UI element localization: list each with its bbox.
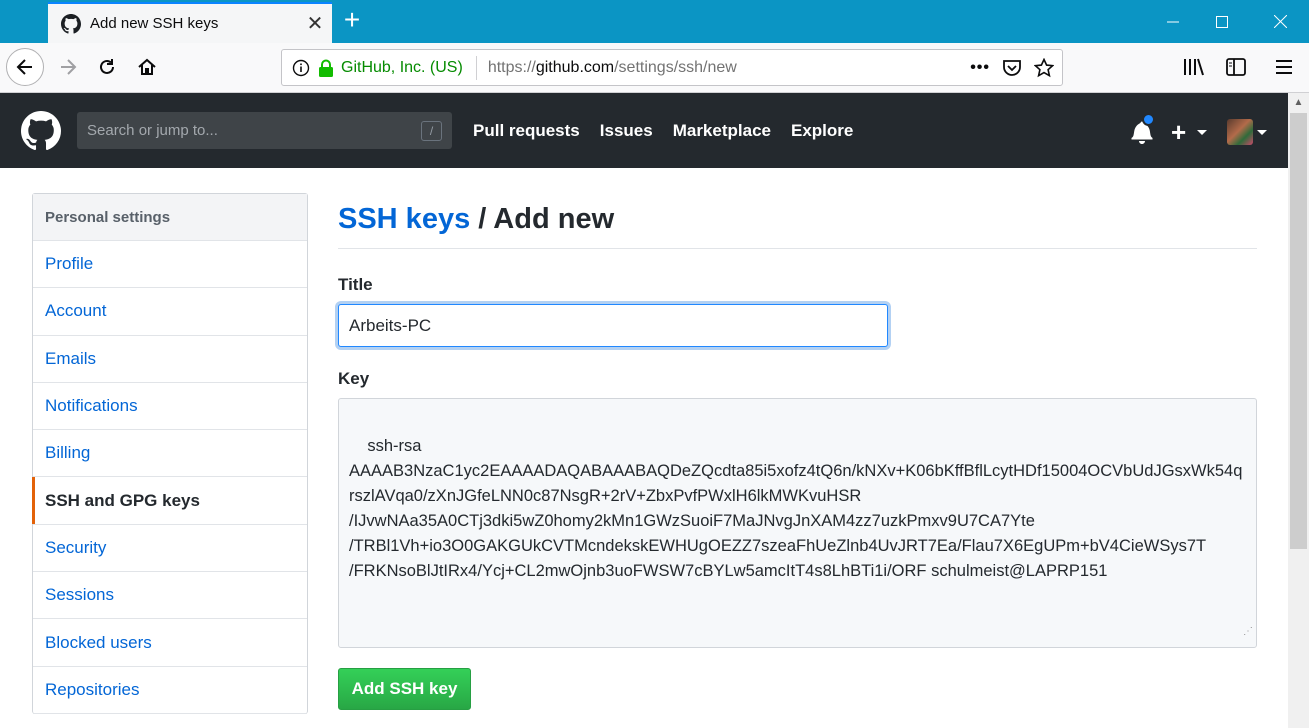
avatar[interactable]	[1227, 119, 1253, 145]
key-label: Key	[338, 369, 370, 388]
sidebar-item-profile[interactable]: Profile	[33, 241, 307, 289]
nav-marketplace[interactable]: Marketplace	[673, 121, 771, 141]
sidebar-item-blocked-users[interactable]: Blocked users	[33, 619, 307, 667]
resize-grip-icon[interactable]: ⋰	[1243, 619, 1253, 644]
browser-tab-strip: Add new SSH keys ✕ +	[0, 0, 1309, 43]
avatar-caret-icon[interactable]	[1257, 130, 1267, 135]
search-input[interactable]	[77, 112, 452, 149]
sidebar-item-billing[interactable]: Billing	[33, 430, 307, 478]
nav-issues[interactable]: Issues	[600, 121, 653, 141]
notification-indicator	[1142, 113, 1155, 126]
pocket-icon[interactable]	[1002, 59, 1022, 77]
maximize-icon[interactable]	[1199, 0, 1245, 43]
address-bar[interactable]: GitHub, Inc. (US) https://github.com/set…	[281, 49, 1063, 86]
github-main-nav: Pull requests Issues Marketplace Explore	[473, 93, 853, 168]
page-actions-icon[interactable]: •••	[970, 59, 990, 77]
breadcrumb-current: / Add new	[470, 203, 615, 235]
title-input[interactable]	[338, 304, 888, 347]
sidebar-heading: Personal settings	[33, 194, 307, 241]
minimize-icon[interactable]	[1150, 0, 1196, 43]
url-text[interactable]: https://github.com/settings/ssh/new	[488, 59, 970, 77]
browser-toolbar: GitHub, Inc. (US) https://github.com/set…	[0, 43, 1309, 93]
sidebar-toggle-icon[interactable]	[1218, 49, 1254, 85]
github-header: / Pull requests Issues Marketplace Explo…	[0, 93, 1288, 168]
add-ssh-key-button[interactable]: Add SSH key	[338, 668, 471, 710]
scroll-thumb[interactable]	[1290, 113, 1307, 549]
github-search: /	[77, 112, 452, 149]
sidebar-item-security[interactable]: Security	[33, 525, 307, 573]
title-label: Title	[338, 275, 373, 294]
sidebar-item-repositories[interactable]: Repositories	[33, 667, 307, 714]
sidebar-item-ssh-gpg-keys[interactable]: SSH and GPG keys	[32, 477, 307, 525]
nav-pull-requests[interactable]: Pull requests	[473, 121, 580, 141]
sidebar-item-sessions[interactable]: Sessions	[33, 572, 307, 620]
browser-tab[interactable]: Add new SSH keys ✕	[48, 2, 332, 43]
reload-icon[interactable]	[89, 49, 125, 85]
page-scrollbar[interactable]: ▲	[1288, 93, 1309, 728]
new-tab-icon[interactable]: +	[337, 6, 367, 36]
github-favicon-icon	[61, 13, 81, 34]
url-separator	[475, 55, 477, 80]
key-text: ssh-rsa AAAAB3NzaC1yc2EAAAADAQABAAABAQDe…	[349, 437, 1243, 580]
create-new-plus-icon[interactable]: +	[1171, 117, 1186, 148]
search-shortcut-hint: /	[421, 121, 442, 141]
key-textarea[interactable]: ssh-rsa AAAAB3NzaC1yc2EAAAADAQABAAABAQDe…	[338, 398, 1257, 648]
library-icon[interactable]	[1176, 49, 1212, 85]
info-icon[interactable]	[292, 59, 310, 77]
close-window-icon[interactable]	[1257, 0, 1303, 43]
lock-icon	[319, 59, 333, 77]
back-arrow-icon[interactable]	[6, 48, 44, 86]
page-title: SSH keys / Add new	[338, 193, 1257, 249]
nav-explore[interactable]: Explore	[791, 121, 853, 141]
breadcrumb-ssh-keys-link[interactable]: SSH keys	[338, 203, 470, 235]
forward-arrow-icon[interactable]	[50, 49, 86, 85]
tab-close-icon[interactable]: ✕	[298, 7, 332, 41]
home-icon[interactable]	[129, 49, 165, 85]
sidebar-item-emails[interactable]: Emails	[33, 336, 307, 383]
scroll-up-arrow-icon[interactable]: ▲	[1288, 93, 1309, 111]
sidebar-item-account[interactable]: Account	[33, 288, 307, 336]
tab-title: Add new SSH keys	[90, 15, 219, 32]
settings-sidebar: Personal settings Profile Account Emails…	[32, 193, 308, 714]
create-caret-icon[interactable]	[1197, 130, 1207, 135]
sidebar-item-notifications[interactable]: Notifications	[33, 383, 307, 431]
github-logo-icon[interactable]	[21, 111, 61, 151]
identity-label[interactable]: GitHub, Inc. (US)	[341, 59, 463, 77]
bookmark-star-icon[interactable]	[1034, 57, 1054, 78]
main-content: SSH keys / Add new Title Key ssh-rsa AAA…	[338, 193, 1257, 710]
menu-hamburger-icon[interactable]	[1266, 49, 1302, 85]
